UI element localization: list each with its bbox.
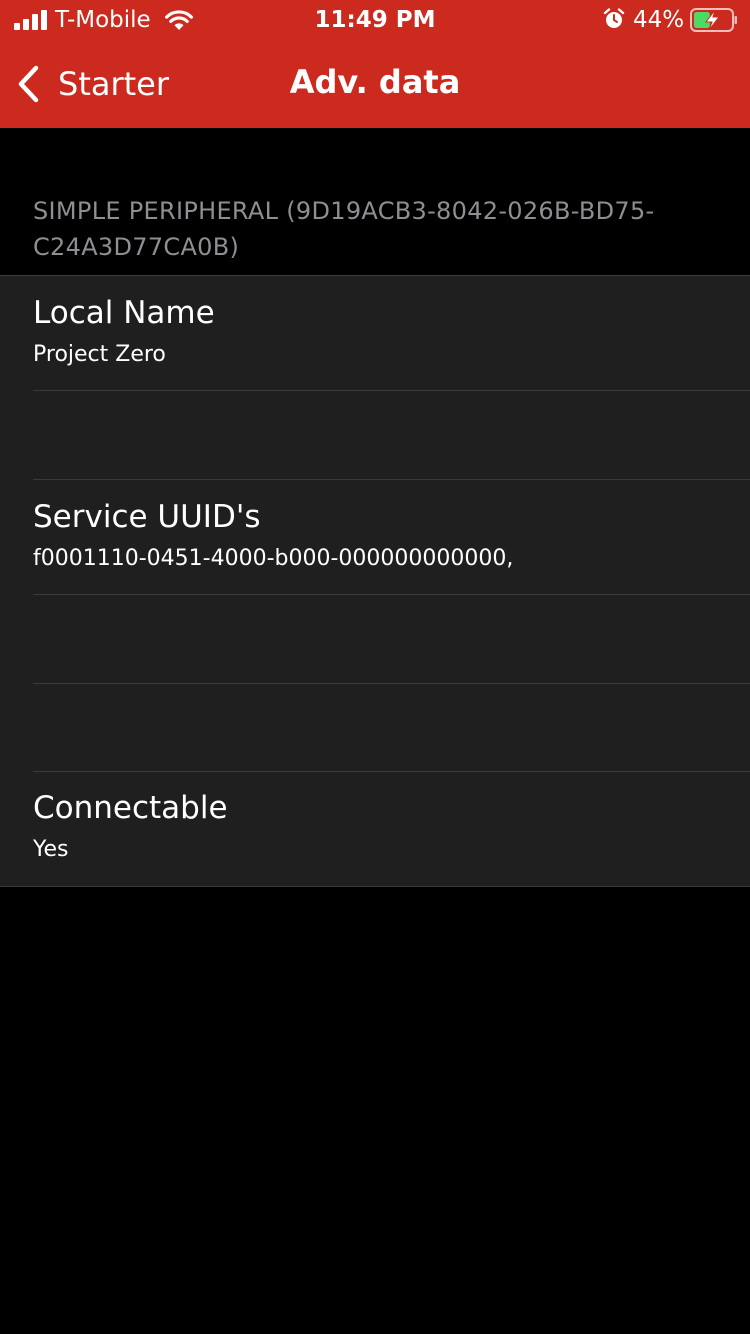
chevron-left-icon bbox=[18, 65, 39, 103]
table-row-empty[interactable] bbox=[0, 595, 750, 683]
row-title: Local Name bbox=[33, 295, 215, 331]
adv-data-table: Local Name Project Zero Service UUID's f… bbox=[0, 275, 750, 887]
table-row-service-uuids[interactable]: Service UUID's f0001110-0451-4000-b000-0… bbox=[0, 480, 750, 594]
row-detail: f0001110-0451-4000-b000-000000000000, bbox=[33, 546, 514, 571]
carrier-name: T-Mobile bbox=[55, 7, 151, 33]
wifi-icon bbox=[165, 10, 193, 30]
table-row-empty[interactable] bbox=[0, 391, 750, 479]
back-button-label: Starter bbox=[58, 65, 170, 103]
app-header: T-Mobile 11:49 PM 44% Starter Adv. data bbox=[0, 0, 750, 128]
table-row-local-name[interactable]: Local Name Project Zero bbox=[0, 276, 750, 390]
navigation-bar: Starter Adv. data bbox=[0, 40, 750, 128]
row-detail: Yes bbox=[33, 837, 69, 862]
signal-icon bbox=[14, 10, 47, 30]
section-header-line-2: C24A3D77CA0B) bbox=[33, 233, 240, 261]
row-title: Connectable bbox=[33, 790, 228, 826]
row-detail: Project Zero bbox=[33, 342, 166, 367]
status-bar: T-Mobile 11:49 PM 44% bbox=[0, 0, 750, 40]
table-row-empty[interactable] bbox=[0, 684, 750, 771]
battery-charging-icon bbox=[690, 8, 737, 32]
section-header: SIMPLE PERIPHERAL (9D19ACB3-8042-026B-BD… bbox=[33, 193, 723, 265]
table-row-connectable[interactable]: Connectable Yes bbox=[0, 772, 750, 886]
back-button[interactable]: Starter bbox=[14, 62, 169, 106]
alarm-icon bbox=[603, 8, 625, 28]
row-title: Service UUID's bbox=[33, 499, 261, 535]
section-header-line-1: SIMPLE PERIPHERAL (9D19ACB3-8042-026B-BD… bbox=[33, 197, 655, 225]
battery-percent: 44% bbox=[633, 7, 685, 33]
